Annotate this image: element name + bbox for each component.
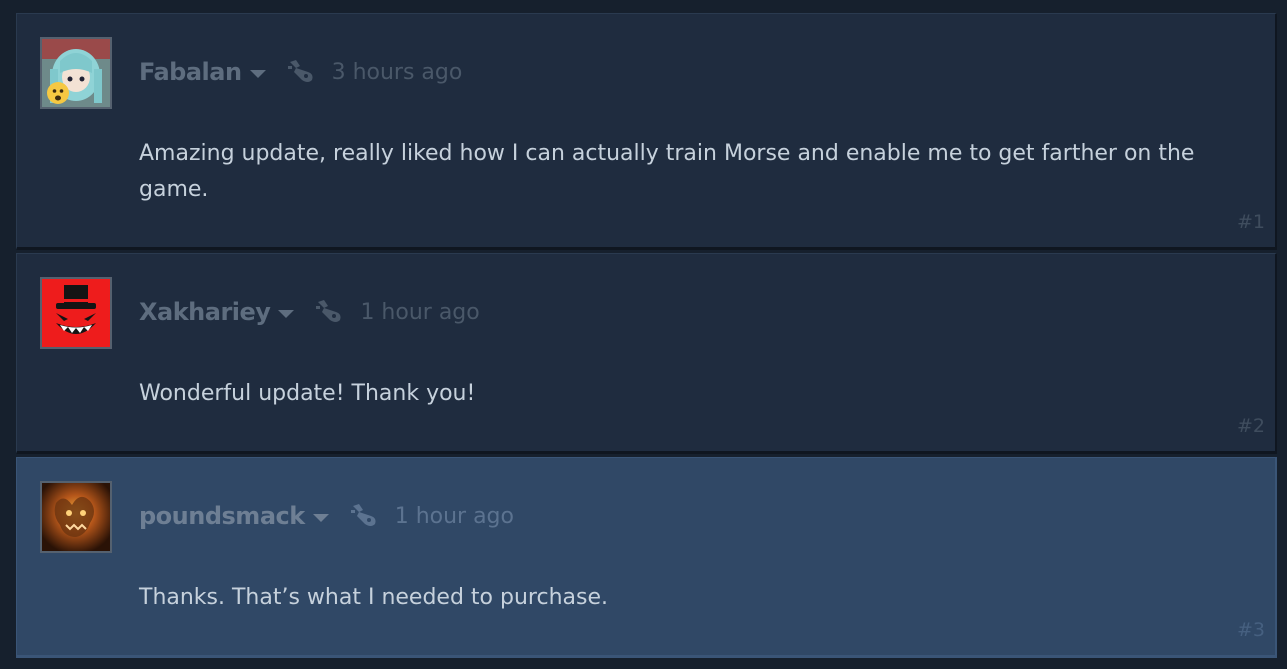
author-name[interactable]: Xakhariey xyxy=(139,298,271,326)
chevron-down-icon[interactable] xyxy=(249,70,266,78)
comment-text: Wonderful update! Thank you! xyxy=(139,381,476,406)
chevron-down-icon[interactable] xyxy=(312,514,329,522)
comment-number[interactable]: #1 xyxy=(1237,211,1265,233)
comment-number[interactable]: #2 xyxy=(1237,415,1265,437)
chevron-down-icon[interactable] xyxy=(278,310,295,318)
comment: Xakhariey 1 hour ago Wonderful update! T… xyxy=(16,253,1277,454)
comment: poundsmack 1 hour ago Thanks. That’s wha… xyxy=(16,457,1277,658)
comment-number[interactable]: #3 xyxy=(1237,619,1265,641)
comment-header: poundsmack 1 hour ago xyxy=(139,498,514,534)
author-name[interactable]: poundsmack xyxy=(139,502,305,530)
comment: Fabalan 3 hours ago Amazing update, real… xyxy=(16,13,1277,250)
author-name[interactable]: Fabalan xyxy=(139,58,242,86)
anime-figure-avatar-icon xyxy=(42,39,110,107)
comment-header: Xakhariey 1 hour ago xyxy=(139,294,480,330)
game-controller-icon xyxy=(350,504,376,526)
comment-text: Amazing update, really liked how I can a… xyxy=(139,141,1195,202)
timestamp: 3 hours ago xyxy=(331,59,463,85)
timestamp: 1 hour ago xyxy=(394,503,514,529)
comment-text: Thanks. That’s what I needed to purchase… xyxy=(139,585,608,610)
comment-header: Fabalan 3 hours ago xyxy=(139,54,462,90)
fiery-creature-avatar-icon xyxy=(42,483,110,551)
timestamp: 1 hour ago xyxy=(360,299,480,325)
comment-thread: Fabalan 3 hours ago Amazing update, real… xyxy=(0,0,1287,669)
red-top-hat-grin-avatar-icon xyxy=(42,279,110,347)
avatar[interactable] xyxy=(40,277,112,349)
avatar[interactable] xyxy=(40,37,112,109)
avatar[interactable] xyxy=(40,481,112,553)
game-controller-icon xyxy=(287,60,313,82)
game-controller-icon xyxy=(316,300,341,322)
